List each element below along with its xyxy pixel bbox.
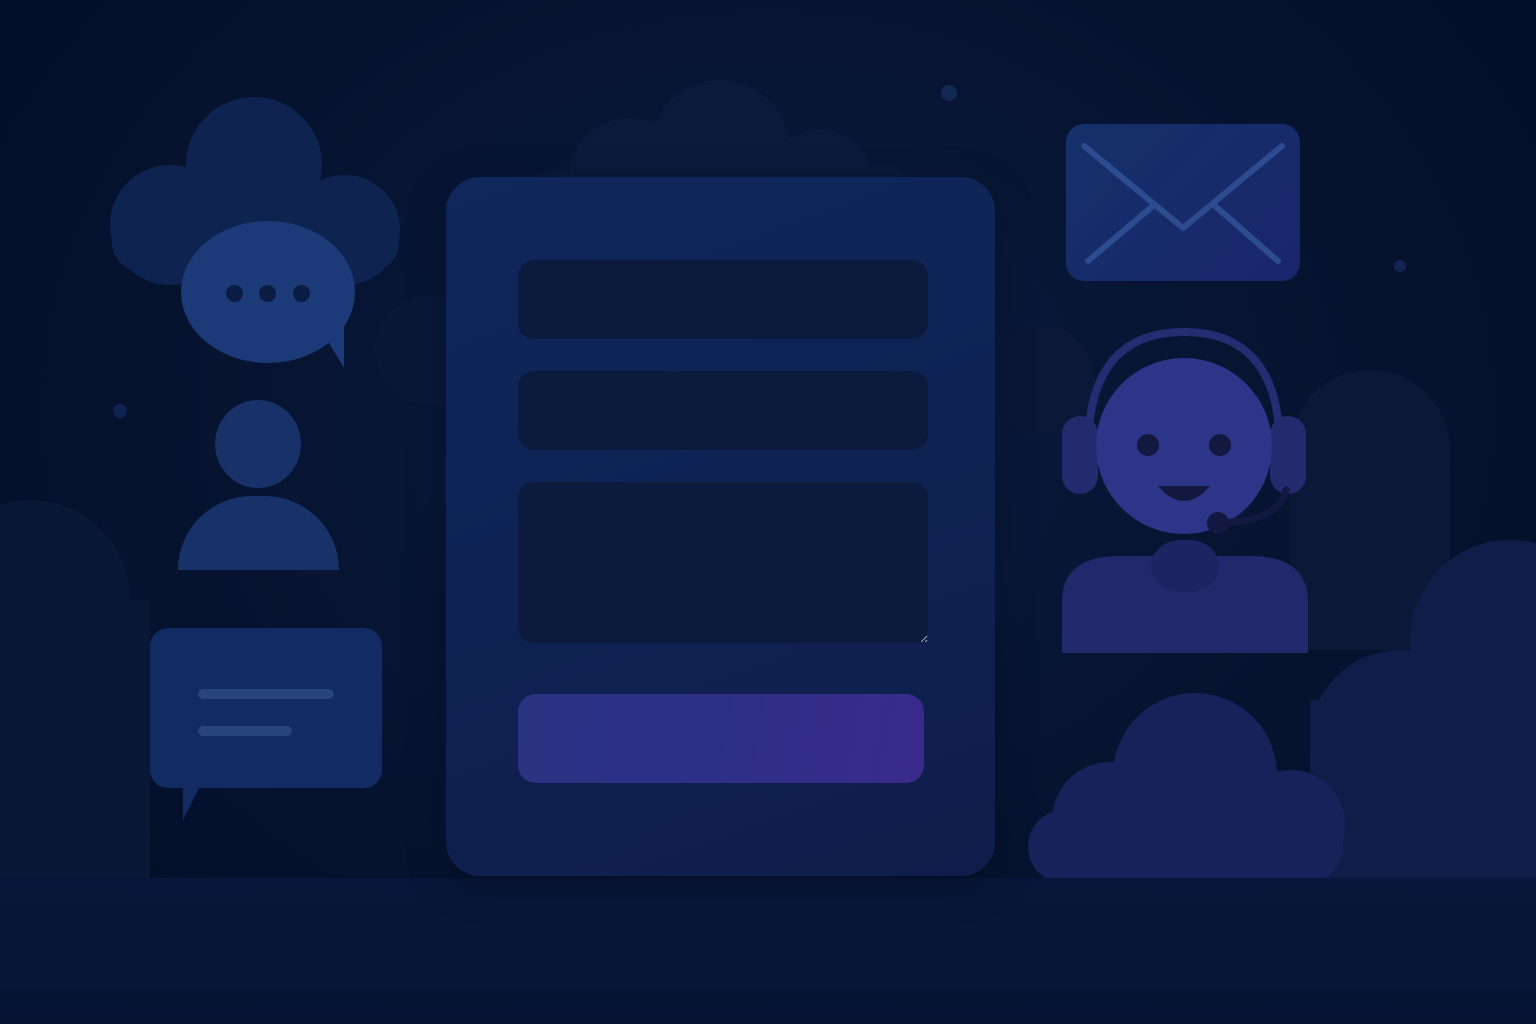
speech-bubble-icon <box>181 221 355 363</box>
chat-text-line <box>198 689 334 699</box>
envelope-icon <box>1066 124 1300 281</box>
support-agent-icon <box>1062 327 1308 653</box>
chat-message-tail <box>183 780 231 820</box>
typing-dot <box>293 285 310 302</box>
typing-dot <box>226 285 243 302</box>
user-icon-head <box>215 400 301 488</box>
message-field[interactable] <box>518 482 928 643</box>
cloud-icon <box>1028 693 1345 883</box>
typing-dot <box>259 285 276 302</box>
floor <box>0 878 1536 1024</box>
decor-dot <box>1394 260 1406 272</box>
contact-form-card <box>446 177 995 876</box>
contact-illustration <box>0 0 1536 1024</box>
chat-message-icon <box>150 628 382 788</box>
decor-dot <box>113 404 127 418</box>
email-field[interactable] <box>518 371 928 450</box>
decor-dot <box>941 85 957 101</box>
cloud-icon <box>0 295 485 880</box>
name-field[interactable] <box>518 260 928 339</box>
submit-button[interactable] <box>518 694 924 783</box>
chat-text-line <box>198 726 292 736</box>
envelope-flap-lines <box>1081 143 1285 264</box>
